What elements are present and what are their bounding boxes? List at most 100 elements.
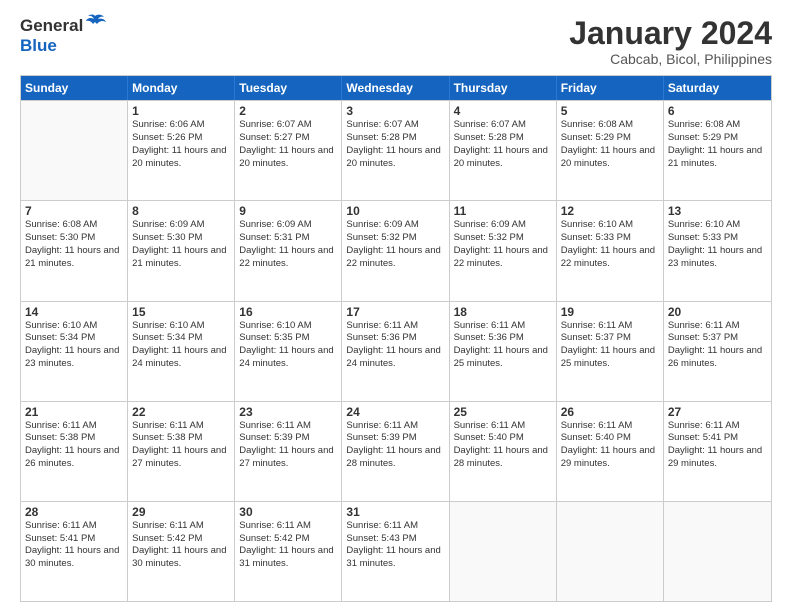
day-number: 13: [668, 204, 767, 218]
cell-info: Sunrise: 6:10 AMSunset: 5:34 PMDaylight:…: [25, 320, 123, 371]
cell-info: Sunrise: 6:11 AMSunset: 5:40 PMDaylight:…: [561, 420, 659, 471]
cell-info: Sunrise: 6:11 AMSunset: 5:40 PMDaylight:…: [454, 420, 552, 471]
table-row: 27Sunrise: 6:11 AMSunset: 5:41 PMDayligh…: [664, 402, 771, 501]
cell-info: Sunrise: 6:09 AMSunset: 5:32 PMDaylight:…: [454, 219, 552, 270]
header-day-friday: Friday: [557, 76, 664, 100]
day-number: 24: [346, 405, 444, 419]
cell-info: Sunrise: 6:07 AMSunset: 5:28 PMDaylight:…: [346, 119, 444, 170]
table-row: 19Sunrise: 6:11 AMSunset: 5:37 PMDayligh…: [557, 302, 664, 401]
day-number: 8: [132, 204, 230, 218]
table-row: 15Sunrise: 6:10 AMSunset: 5:34 PMDayligh…: [128, 302, 235, 401]
header-day-saturday: Saturday: [664, 76, 771, 100]
table-row: 31Sunrise: 6:11 AMSunset: 5:43 PMDayligh…: [342, 502, 449, 601]
cell-info: Sunrise: 6:09 AMSunset: 5:31 PMDaylight:…: [239, 219, 337, 270]
day-number: 23: [239, 405, 337, 419]
cell-info: Sunrise: 6:11 AMSunset: 5:42 PMDaylight:…: [132, 520, 230, 571]
table-row: 5Sunrise: 6:08 AMSunset: 5:29 PMDaylight…: [557, 101, 664, 200]
header-day-thursday: Thursday: [450, 76, 557, 100]
month-year-title: January 2024: [569, 16, 772, 51]
day-number: 22: [132, 405, 230, 419]
day-number: 19: [561, 305, 659, 319]
cell-info: Sunrise: 6:11 AMSunset: 5:36 PMDaylight:…: [454, 320, 552, 371]
table-row: 30Sunrise: 6:11 AMSunset: 5:42 PMDayligh…: [235, 502, 342, 601]
cell-info: Sunrise: 6:11 AMSunset: 5:38 PMDaylight:…: [132, 420, 230, 471]
cell-info: Sunrise: 6:08 AMSunset: 5:30 PMDaylight:…: [25, 219, 123, 270]
table-row: 3Sunrise: 6:07 AMSunset: 5:28 PMDaylight…: [342, 101, 449, 200]
day-number: 3: [346, 104, 444, 118]
table-row: 24Sunrise: 6:11 AMSunset: 5:39 PMDayligh…: [342, 402, 449, 501]
cell-info: Sunrise: 6:11 AMSunset: 5:39 PMDaylight:…: [239, 420, 337, 471]
calendar-week-5: 28Sunrise: 6:11 AMSunset: 5:41 PMDayligh…: [21, 501, 771, 601]
day-number: 9: [239, 204, 337, 218]
table-row: 23Sunrise: 6:11 AMSunset: 5:39 PMDayligh…: [235, 402, 342, 501]
table-row: 10Sunrise: 6:09 AMSunset: 5:32 PMDayligh…: [342, 201, 449, 300]
table-row: 21Sunrise: 6:11 AMSunset: 5:38 PMDayligh…: [21, 402, 128, 501]
table-row: 4Sunrise: 6:07 AMSunset: 5:28 PMDaylight…: [450, 101, 557, 200]
day-number: 7: [25, 204, 123, 218]
table-row: 9Sunrise: 6:09 AMSunset: 5:31 PMDaylight…: [235, 201, 342, 300]
cell-info: Sunrise: 6:08 AMSunset: 5:29 PMDaylight:…: [668, 119, 767, 170]
table-row: [664, 502, 771, 601]
day-number: 2: [239, 104, 337, 118]
header-day-wednesday: Wednesday: [342, 76, 449, 100]
cell-info: Sunrise: 6:06 AMSunset: 5:26 PMDaylight:…: [132, 119, 230, 170]
table-row: 1Sunrise: 6:06 AMSunset: 5:26 PMDaylight…: [128, 101, 235, 200]
header-day-monday: Monday: [128, 76, 235, 100]
cell-info: Sunrise: 6:09 AMSunset: 5:32 PMDaylight:…: [346, 219, 444, 270]
cell-info: Sunrise: 6:11 AMSunset: 5:43 PMDaylight:…: [346, 520, 444, 571]
cell-info: Sunrise: 6:09 AMSunset: 5:30 PMDaylight:…: [132, 219, 230, 270]
day-number: 15: [132, 305, 230, 319]
logo-general-text: General: [20, 16, 83, 36]
cell-info: Sunrise: 6:11 AMSunset: 5:41 PMDaylight:…: [668, 420, 767, 471]
day-number: 27: [668, 405, 767, 419]
cell-info: Sunrise: 6:11 AMSunset: 5:37 PMDaylight:…: [668, 320, 767, 371]
table-row: 16Sunrise: 6:10 AMSunset: 5:35 PMDayligh…: [235, 302, 342, 401]
day-number: 31: [346, 505, 444, 519]
day-number: 11: [454, 204, 552, 218]
day-number: 17: [346, 305, 444, 319]
cell-info: Sunrise: 6:10 AMSunset: 5:33 PMDaylight:…: [668, 219, 767, 270]
table-row: 22Sunrise: 6:11 AMSunset: 5:38 PMDayligh…: [128, 402, 235, 501]
cell-info: Sunrise: 6:10 AMSunset: 5:33 PMDaylight:…: [561, 219, 659, 270]
page: General Blue January 2024 Cabcab, Bicol,…: [0, 0, 792, 612]
table-row: [21, 101, 128, 200]
table-row: 2Sunrise: 6:07 AMSunset: 5:27 PMDaylight…: [235, 101, 342, 200]
table-row: 13Sunrise: 6:10 AMSunset: 5:33 PMDayligh…: [664, 201, 771, 300]
table-row: 8Sunrise: 6:09 AMSunset: 5:30 PMDaylight…: [128, 201, 235, 300]
cell-info: Sunrise: 6:11 AMSunset: 5:39 PMDaylight:…: [346, 420, 444, 471]
header-day-sunday: Sunday: [21, 76, 128, 100]
table-row: 6Sunrise: 6:08 AMSunset: 5:29 PMDaylight…: [664, 101, 771, 200]
day-number: 16: [239, 305, 337, 319]
table-row: [557, 502, 664, 601]
cell-info: Sunrise: 6:10 AMSunset: 5:35 PMDaylight:…: [239, 320, 337, 371]
table-row: 12Sunrise: 6:10 AMSunset: 5:33 PMDayligh…: [557, 201, 664, 300]
day-number: 21: [25, 405, 123, 419]
calendar-week-4: 21 Sunrise: 6:11 AMSunset: 5:38 PMDayligh…: [21, 401, 771, 501]
logo: General Blue: [20, 16, 106, 55]
day-number: 28: [25, 505, 123, 519]
table-row: 20Sunrise: 6:11 AMSunset: 5:37 PMDayligh…: [664, 302, 771, 401]
day-number: 29: [132, 505, 230, 519]
day-number: 5: [561, 104, 659, 118]
day-number: 14: [25, 305, 123, 319]
table-row: 17Sunrise: 6:11 AMSunset: 5:36 PMDayligh…: [342, 302, 449, 401]
cell-info: Sunrise: 6:11 AMSunset: 5:41 PMDaylight:…: [25, 520, 123, 571]
calendar: SundayMondayTuesdayWednesdayThursdayFrid…: [20, 75, 772, 602]
cell-info: Sunrise: 6:08 AMSunset: 5:29 PMDaylight:…: [561, 119, 659, 170]
table-row: 7Sunrise: 6:08 AMSunset: 5:30 PMDaylight…: [21, 201, 128, 300]
table-row: 18Sunrise: 6:11 AMSunset: 5:36 PMDayligh…: [450, 302, 557, 401]
day-number: 18: [454, 305, 552, 319]
table-row: 11Sunrise: 6:09 AMSunset: 5:32 PMDayligh…: [450, 201, 557, 300]
cell-info: Sunrise: 6:11 AMSunset: 5:36 PMDaylight:…: [346, 320, 444, 371]
cell-info: Sunrise: 6:07 AMSunset: 5:27 PMDaylight:…: [239, 119, 337, 170]
calendar-week-2: 7Sunrise: 6:08 AMSunset: 5:30 PMDaylight…: [21, 200, 771, 300]
calendar-week-3: 14Sunrise: 6:10 AMSunset: 5:34 PMDayligh…: [21, 301, 771, 401]
day-number: 4: [454, 104, 552, 118]
cell-info: Sunrise: 6:11 AMSunset: 5:42 PMDaylight:…: [239, 520, 337, 571]
calendar-body: 1Sunrise: 6:06 AMSunset: 5:26 PMDaylight…: [21, 100, 771, 601]
day-number: 1: [132, 104, 230, 118]
day-number: 6: [668, 104, 767, 118]
table-row: [450, 502, 557, 601]
calendar-header: SundayMondayTuesdayWednesdayThursdayFrid…: [21, 76, 771, 100]
table-row: 26Sunrise: 6:11 AMSunset: 5:40 PMDayligh…: [557, 402, 664, 501]
